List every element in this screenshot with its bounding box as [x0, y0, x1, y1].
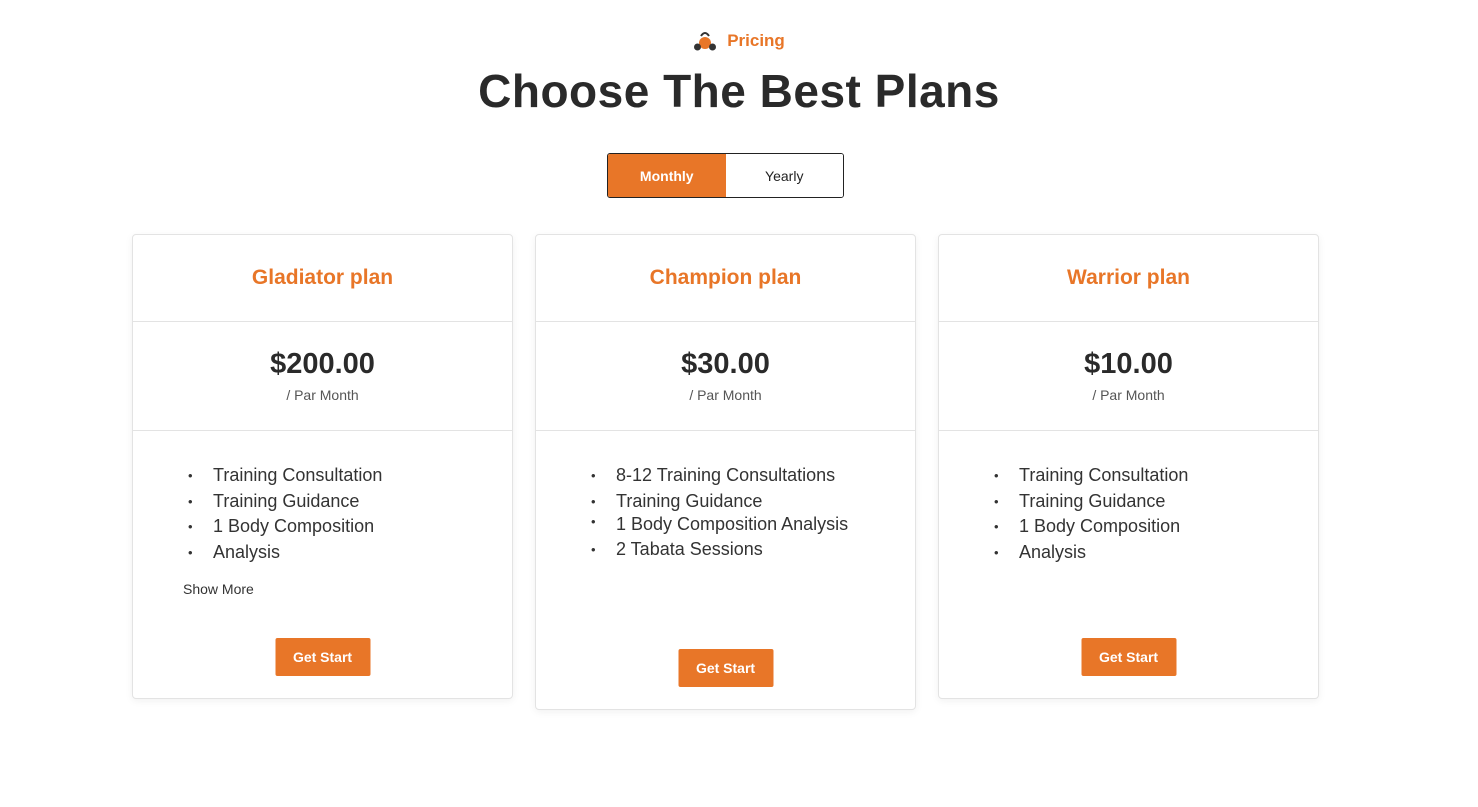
pricing-label: Pricing — [727, 31, 785, 50]
feature-list: Training Consultation Training Guidance … — [133, 431, 512, 565]
plan-price-box: $30.00 / Par Month — [536, 322, 915, 431]
feature-item: 1 Body Composition — [188, 514, 512, 540]
plan-name: Warrior plan — [1067, 266, 1190, 289]
plan-period: / Par Month — [1092, 387, 1165, 403]
yearly-toggle-button[interactable]: Yearly — [725, 154, 843, 197]
feature-item: 1 Body Composition Analysis — [591, 514, 876, 537]
plan-card-champion: Champion plan $30.00 / Par Month 8-12 Tr… — [535, 234, 916, 710]
show-more-link[interactable]: Show More — [183, 581, 512, 597]
plan-name: Champion plan — [649, 266, 802, 289]
plan-price: $10.00 — [1084, 348, 1173, 380]
feature-item: 8-12 Training Consultations — [591, 463, 876, 489]
plan-period: / Par Month — [286, 387, 359, 403]
get-start-button[interactable]: Get Start — [275, 638, 370, 676]
plan-price-box: $10.00 / Par Month — [939, 322, 1318, 431]
feature-item: Analysis — [188, 540, 512, 566]
feature-item: Training Consultation — [188, 463, 512, 489]
plan-header: Warrior plan — [939, 235, 1318, 322]
feature-item: Training Guidance — [591, 489, 876, 515]
feature-item: Training Consultation — [994, 463, 1318, 489]
page-title: Choose The Best Plans — [478, 65, 1000, 117]
feature-item: 2 Tabata Sessions — [591, 537, 876, 563]
plan-period: / Par Month — [689, 387, 762, 403]
plan-price-box: $200.00 / Par Month — [133, 322, 512, 431]
plan-price: $30.00 — [681, 348, 770, 380]
billing-toggle: Monthly Yearly — [607, 153, 844, 198]
monthly-toggle-button[interactable]: Monthly — [608, 154, 726, 197]
feature-list: 8-12 Training Consultations Training Gui… — [536, 431, 876, 563]
plan-card-warrior: Warrior plan $10.00 / Par Month Training… — [938, 234, 1319, 699]
plan-card-gladiator: Gladiator plan $200.00 / Par Month Train… — [132, 234, 513, 699]
plan-price: $200.00 — [270, 348, 375, 380]
feature-item: Training Guidance — [188, 489, 512, 515]
pricing-eyebrow: Pricing — [0, 30, 1478, 52]
feature-item: Training Guidance — [994, 489, 1318, 515]
get-start-button[interactable]: Get Start — [1081, 638, 1176, 676]
plan-header: Gladiator plan — [133, 235, 512, 322]
plan-header: Champion plan — [536, 235, 915, 322]
kettlebell-icon — [694, 32, 717, 51]
feature-list: Training Consultation Training Guidance … — [939, 431, 1318, 565]
feature-item: 1 Body Composition — [994, 514, 1318, 540]
plan-name: Gladiator plan — [251, 266, 394, 289]
get-start-button[interactable]: Get Start — [678, 649, 773, 687]
feature-item: Analysis — [994, 540, 1318, 566]
